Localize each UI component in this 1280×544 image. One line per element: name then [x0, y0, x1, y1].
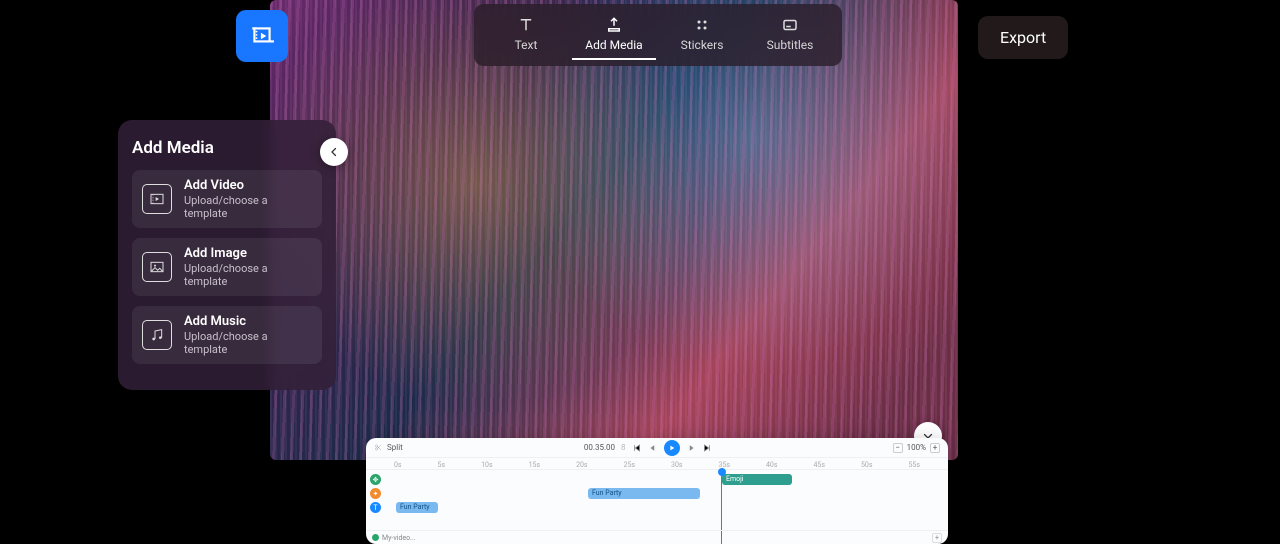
item-title: Add Video — [184, 178, 312, 193]
split-label[interactable]: Split — [387, 443, 403, 452]
time-end: 8 — [621, 443, 626, 452]
item-title: Add Music — [184, 314, 312, 329]
skip-back-icon[interactable] — [632, 443, 642, 453]
ruler-tick: 50s — [861, 461, 872, 469]
clip-fun-party[interactable]: Fun Party — [588, 488, 700, 499]
top-toolbar: Text Add Media Stickers Subtitles — [474, 4, 842, 66]
next-frame-icon[interactable] — [686, 443, 696, 453]
clip-emoji[interactable]: Emoji — [722, 474, 792, 485]
ruler-tick: 10s — [481, 461, 492, 469]
zoom-in-button[interactable]: + — [930, 443, 940, 453]
tab-text[interactable]: Text — [484, 10, 568, 60]
move-track-icon[interactable]: ✥ — [370, 474, 381, 485]
text-track-icon[interactable]: T — [370, 502, 381, 513]
add-media-panel: Add Media Add Video Upload/choose a temp… — [118, 120, 336, 390]
project-name: My-video... — [382, 534, 416, 542]
subtitles-icon — [781, 16, 799, 34]
ruler-tick: 0s — [394, 461, 402, 469]
ruler-tick: 40s — [766, 461, 777, 469]
status-dot — [372, 534, 379, 541]
ruler-tick: 45s — [813, 461, 824, 469]
app-logo — [236, 10, 288, 62]
ruler-tick: 5s — [438, 461, 446, 469]
skip-forward-icon[interactable] — [702, 443, 712, 453]
panel-title: Add Media — [132, 138, 322, 158]
timeline-controls: Split 00.35.00 8 − 100% + — [366, 438, 948, 458]
add-video-item[interactable]: Add Video Upload/choose a template — [132, 170, 322, 228]
tab-label: Text — [515, 38, 538, 52]
add-image-item[interactable]: Add Image Upload/choose a template — [132, 238, 322, 296]
video-icon — [142, 184, 172, 214]
split-icon[interactable] — [374, 443, 383, 452]
tab-add-media[interactable]: Add Media — [572, 10, 656, 60]
clip-fun-party-small[interactable]: Fun Party — [396, 502, 438, 513]
ruler-tick: 30s — [671, 461, 682, 469]
item-sub: Upload/choose a template — [184, 262, 312, 288]
item-title: Add Image — [184, 246, 312, 261]
sticker-track-icon[interactable]: ✦ — [370, 488, 381, 499]
play-icon — [668, 444, 676, 452]
ruler-tick: 15s — [529, 461, 540, 469]
chevron-left-icon — [328, 146, 340, 158]
item-sub: Upload/choose a template — [184, 194, 312, 220]
upload-icon — [605, 16, 623, 34]
add-track-button[interactable]: + — [932, 533, 942, 543]
image-icon — [142, 252, 172, 282]
prev-frame-icon[interactable] — [648, 443, 658, 453]
export-label: Export — [1000, 28, 1046, 47]
tab-label: Stickers — [681, 38, 724, 52]
timeline-panel: Split 00.35.00 8 − 100% + 0s 5s 10s 15s … — [366, 438, 948, 544]
music-icon — [142, 320, 172, 350]
ruler-tick: 25s — [624, 461, 635, 469]
crop-icon — [249, 23, 275, 49]
ruler-tick: 20s — [576, 461, 587, 469]
time-current: 00.35.00 — [584, 443, 615, 452]
play-button[interactable] — [664, 440, 680, 456]
add-music-item[interactable]: Add Music Upload/choose a template — [132, 306, 322, 364]
item-sub: Upload/choose a template — [184, 330, 312, 356]
tab-subtitles[interactable]: Subtitles — [748, 10, 832, 60]
ruler-tick: 55s — [908, 461, 919, 469]
video-canvas[interactable] — [270, 0, 958, 460]
timeline-ruler[interactable]: 0s 5s 10s 15s 20s 25s 30s 35s 40s 45s 50… — [366, 458, 948, 470]
tab-label: Add Media — [585, 38, 642, 52]
tab-stickers[interactable]: Stickers — [660, 10, 744, 60]
timeline-tracks[interactable]: ✥ ✦ T Emoji Fun Party Fun Party — [366, 470, 948, 530]
text-icon — [517, 16, 535, 34]
tab-label: Subtitles — [767, 38, 814, 52]
stickers-icon — [693, 16, 711, 34]
collapse-panel-button[interactable] — [320, 138, 348, 166]
zoom-out-button[interactable]: − — [893, 443, 903, 453]
zoom-level: 100% — [907, 443, 926, 452]
export-button[interactable]: Export — [978, 16, 1068, 59]
